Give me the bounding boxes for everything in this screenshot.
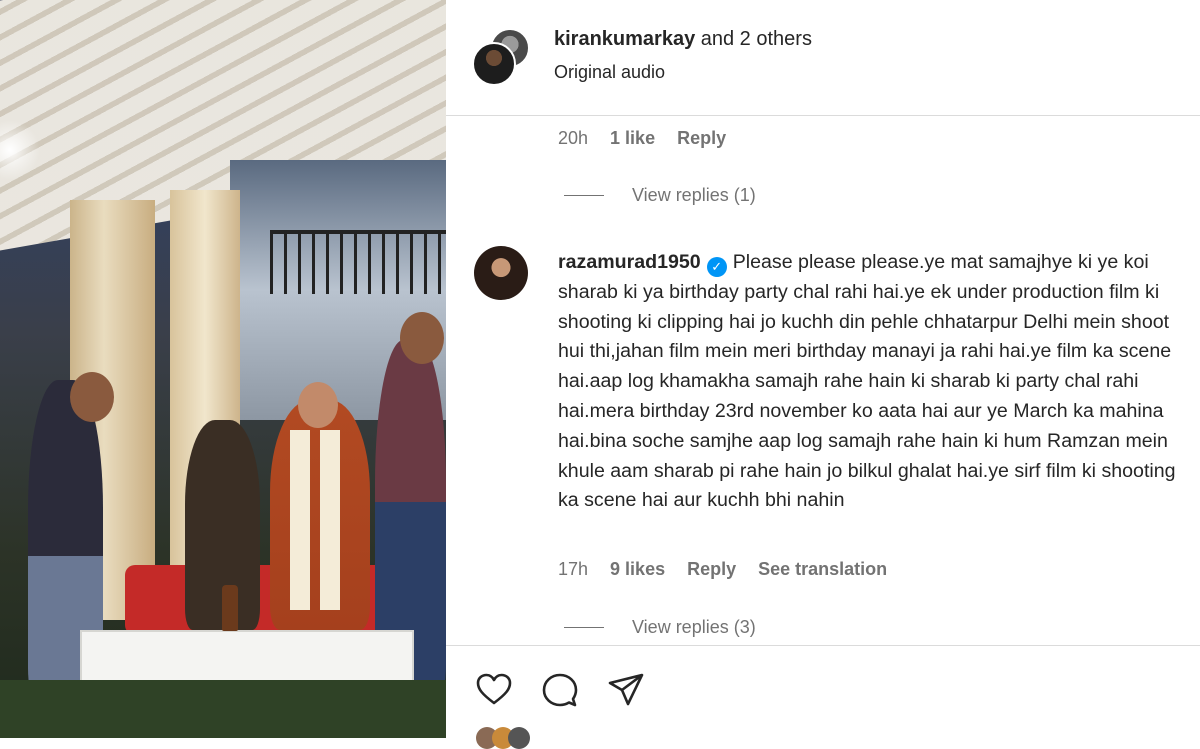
view-replies-button[interactable]: View replies (1) [564,185,756,206]
audio-label[interactable]: Original audio [554,62,665,83]
post-header: kirankumarkay and 2 others Original audi… [446,0,1200,116]
post-authors[interactable]: kirankumarkay and 2 others [554,28,812,51]
white-scarf [290,430,340,610]
author-username[interactable]: kirankumarkay [554,28,695,50]
comment-likes[interactable]: 1 like [610,128,655,149]
divider-line [564,195,604,196]
balcony-railing [270,230,446,294]
reply-button[interactable]: Reply [687,559,736,580]
author-others[interactable]: and 2 others [695,28,812,50]
reel-video[interactable] [0,0,446,738]
view-replies-button[interactable]: View replies (3) [564,617,756,638]
lawn [0,680,446,738]
comment-icon[interactable] [540,670,580,710]
bottle [222,585,238,631]
verified-badge-icon: ✓ [706,257,727,277]
commenter-avatar[interactable] [474,246,528,300]
person-right-head [400,312,444,364]
comments-panel: kirankumarkay and 2 others Original audi… [446,0,1200,749]
comment-body: razamurad1950 ✓ Please please please.ye ma… [558,248,1198,516]
prev-comment-meta: 20h 1 like Reply [558,128,726,149]
reply-button[interactable]: Reply [677,128,726,149]
comment-time: 17h [558,559,589,579]
comment-text: Please please please.ye mat samajhye ki … [558,251,1176,512]
paper-plane-icon[interactable] [606,670,646,710]
view-replies-label: View replies (3) [632,617,756,637]
liker-avatars[interactable] [476,727,530,749]
divider-line [564,627,604,628]
person-center-head [298,382,338,428]
comment-meta: 17h 9 likes Reply See translation [558,559,887,580]
view-replies-label: View replies (1) [632,185,756,205]
comment-time: 20h [558,128,589,148]
avatar [472,42,516,86]
person-left-head [70,372,114,422]
comment-likes[interactable]: 9 likes [610,559,665,580]
heart-icon[interactable] [474,670,514,710]
commenter-username[interactable]: razamurad1950 [558,251,701,273]
action-bar [446,645,1200,739]
collab-avatars[interactable] [472,28,532,88]
see-translation-button[interactable]: See translation [758,559,887,580]
